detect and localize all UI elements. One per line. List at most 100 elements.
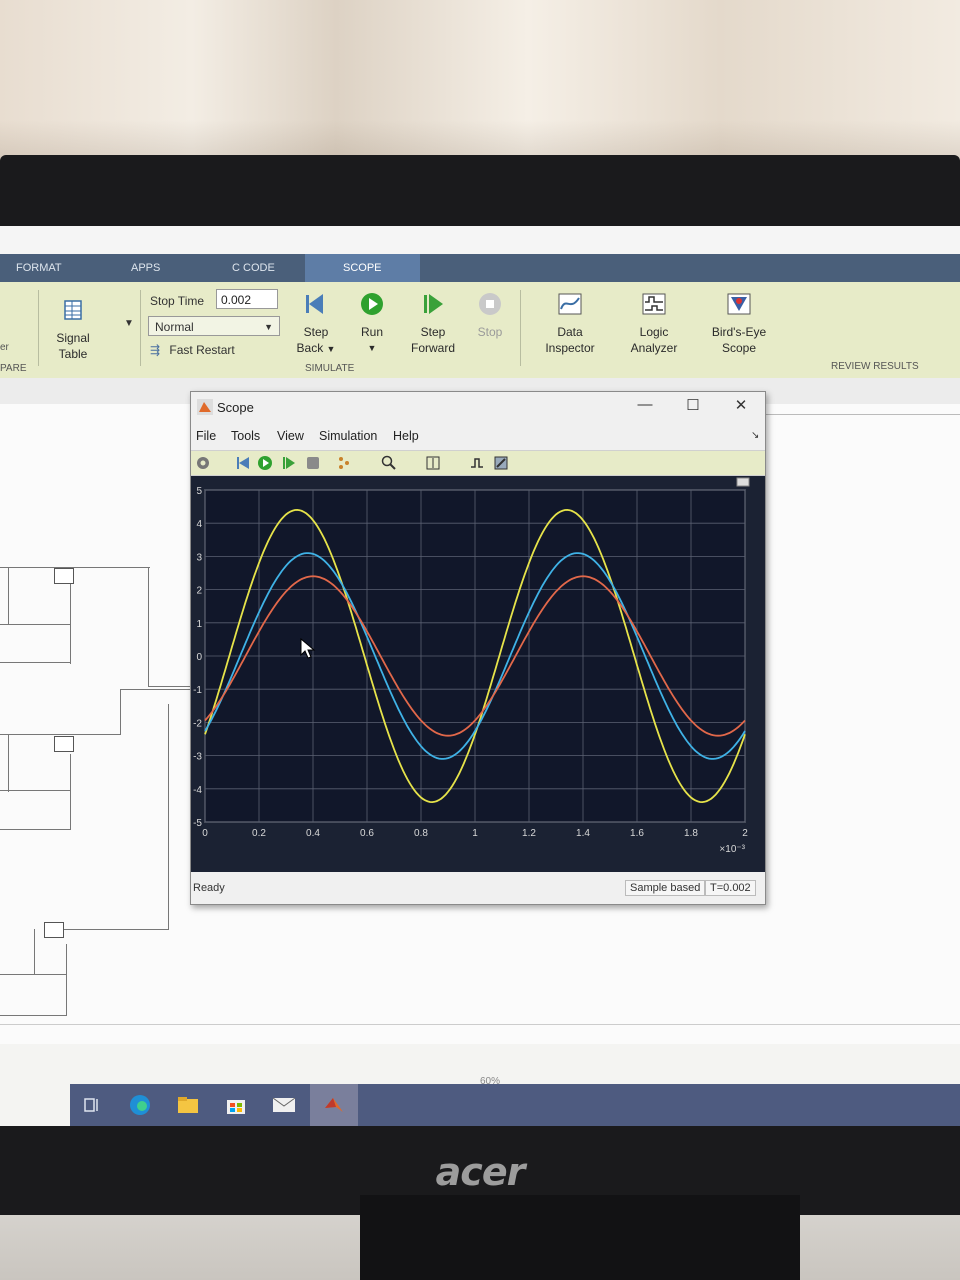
step-forward-icon	[424, 294, 443, 314]
x-tick-label: 1.2	[522, 828, 536, 839]
scope-menu-bar: File Tools View Simulation Help ↘	[191, 426, 765, 448]
data-inspector-label-2: Inspector	[545, 341, 595, 355]
signal-table-button[interactable]: Signal Table	[46, 298, 100, 362]
y-tick-label: 2	[196, 586, 202, 597]
step-forward-label-2: Forward	[410, 341, 455, 355]
tab-scope[interactable]: SCOPE	[305, 254, 420, 282]
tab-apps[interactable]: APPS	[131, 262, 160, 274]
menu-view[interactable]: View	[277, 429, 304, 443]
triggers-icon[interactable]	[469, 455, 485, 471]
logic-analyzer-icon	[642, 293, 666, 315]
step-forward-button[interactable]: Step Forward	[406, 292, 460, 356]
step-back-icon[interactable]	[235, 455, 251, 471]
signal-line	[0, 829, 70, 830]
subsystem-block[interactable]	[54, 736, 74, 752]
run-icon[interactable]	[257, 455, 273, 471]
fast-restart-button[interactable]: ⇶ Fast Restart	[150, 343, 235, 357]
subsystem-block[interactable]	[54, 568, 74, 584]
signal-line	[148, 686, 192, 687]
settings-gear-icon[interactable]	[195, 455, 211, 471]
step-back-button[interactable]: Step Back ▼	[294, 292, 338, 357]
signal-line	[0, 1015, 66, 1016]
birds-eye-label-1: Bird's-Eye	[711, 325, 767, 339]
chevron-down-icon[interactable]: ▼	[124, 318, 134, 329]
table-icon	[64, 300, 82, 320]
scale-axes-icon[interactable]	[425, 455, 441, 471]
run-icon	[361, 293, 383, 315]
data-inspector-icon	[558, 293, 582, 315]
y-tick-label: 4	[196, 519, 202, 530]
scope-plot-svg[interactable]: 0 0.2 0.4 0.6 0.8 1 1.2 1.4 1.6 1.8 2 5 4 3 2 1 0 -1 -2 -3 -…	[191, 476, 765, 872]
simulation-mode-select[interactable]: Normal ▼	[148, 316, 280, 336]
close-icon[interactable]: ✕	[729, 396, 753, 414]
menu-file[interactable]: File	[196, 429, 216, 443]
scope-status-bar: Ready Sample based T=0.002	[191, 876, 765, 902]
signal-line	[120, 689, 192, 690]
signal-selector-icon[interactable]	[337, 455, 353, 471]
data-inspector-button[interactable]: Data Inspector	[540, 292, 600, 356]
x-tick-label: 1.6	[630, 828, 644, 839]
group-label-prepare: PARE	[0, 363, 27, 374]
x-tick-label: 0	[202, 828, 208, 839]
minimize-icon[interactable]: —	[633, 396, 657, 413]
signal-line	[70, 754, 71, 830]
scope-window-title: Scope	[217, 400, 254, 415]
x-tick-label: 1	[472, 828, 478, 839]
x-tick-label: 0.2	[252, 828, 266, 839]
y-tick-label: 5	[196, 486, 202, 497]
signal-line	[0, 662, 70, 663]
step-back-label-2: Back	[296, 341, 324, 355]
stop-label: Stop	[477, 325, 503, 339]
task-view-icon[interactable]	[80, 1094, 104, 1116]
mail-icon[interactable]	[272, 1094, 296, 1116]
monitor-stand	[360, 1195, 800, 1280]
x-tick-label: 0.6	[360, 828, 374, 839]
y-tick-label: 0	[196, 652, 202, 663]
step-back-label-1: Step	[303, 325, 329, 339]
ribbon-separator	[38, 290, 39, 366]
stop-button[interactable]: Stop	[470, 292, 510, 340]
signal-line	[148, 567, 149, 687]
signal-table-label-1: Signal	[56, 331, 90, 345]
scope-plot-area[interactable]: 0 0.2 0.4 0.6 0.8 1 1.2 1.4 1.6 1.8 2 5 4 3 2 1 0 -1 -2 -3 -…	[191, 476, 765, 872]
signal-line	[8, 734, 9, 792]
y-tick-label: -2	[193, 718, 202, 729]
menu-simulation[interactable]: Simulation	[319, 429, 377, 443]
tab-format[interactable]: FORMAT	[16, 262, 62, 274]
y-tick-label: 3	[196, 552, 202, 563]
fast-restart-label: Fast Restart	[169, 343, 235, 357]
canvas-border-line	[764, 414, 960, 415]
matlab-icon[interactable]	[322, 1094, 346, 1116]
tab-c-code[interactable]: C CODE	[232, 262, 275, 274]
signal-line	[120, 689, 121, 735]
signal-line	[0, 567, 150, 568]
step-forward-icon[interactable]	[281, 455, 297, 471]
x-tick-label: 0.8	[414, 828, 428, 839]
signal-table-label-2: Table	[58, 347, 88, 361]
status-ready: Ready	[193, 882, 225, 894]
chevron-down-icon: ▼	[367, 343, 377, 353]
menu-help[interactable]: Help	[393, 429, 419, 443]
edge-browser-icon[interactable]	[128, 1094, 152, 1116]
file-explorer-icon[interactable]	[176, 1094, 200, 1116]
scope-window[interactable]: Scope — ☐ ✕ File Tools View Simulation H…	[190, 391, 766, 905]
zoom-in-icon[interactable]	[381, 455, 397, 471]
subsystem-block[interactable]	[44, 922, 64, 938]
signal-line	[0, 974, 66, 975]
logic-analyzer-button[interactable]: Logic Analyzer	[624, 292, 684, 356]
signal-line	[8, 567, 9, 625]
menu-tools[interactable]: Tools	[231, 429, 260, 443]
store-icon[interactable]	[224, 1094, 248, 1116]
measurements-pen-icon[interactable]	[493, 455, 509, 471]
ribbon-separator	[520, 290, 521, 366]
signal-line	[0, 624, 70, 625]
dock-arrow-icon[interactable]: ↘	[751, 430, 759, 441]
time-indicator: T=0.002	[705, 880, 756, 896]
signal-line	[66, 944, 67, 1016]
run-button[interactable]: Run ▼	[352, 292, 392, 356]
maximize-icon[interactable]: ☐	[681, 396, 705, 414]
stop-time-input[interactable]: 0.002	[216, 289, 278, 309]
stop-icon[interactable]	[305, 455, 321, 471]
birds-eye-scope-button[interactable]: Bird's-Eye Scope	[704, 292, 774, 356]
scope-toolbar	[191, 450, 765, 476]
